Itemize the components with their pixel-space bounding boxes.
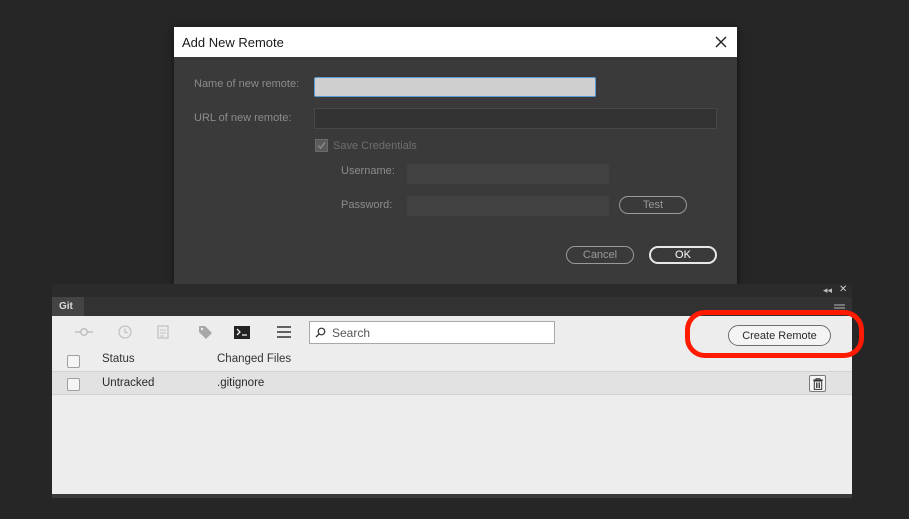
close-icon: [715, 36, 727, 48]
remote-name-label: Name of new remote:: [194, 78, 300, 90]
panel-tab-strip: Git: [52, 297, 852, 317]
search-icon: [315, 327, 326, 338]
panel-bottom-edge: [52, 494, 852, 498]
username-label: Username:: [341, 165, 395, 177]
row-checkbox[interactable]: [67, 378, 80, 391]
history-icon[interactable]: [115, 323, 135, 341]
menu-icon[interactable]: [274, 323, 294, 341]
search-box[interactable]: [309, 321, 555, 344]
save-credentials-row[interactable]: Save Credentials: [315, 139, 417, 152]
tab-git[interactable]: Git: [52, 297, 84, 316]
password-input[interactable]: [407, 196, 609, 216]
dialog-title: Add New Remote: [182, 35, 284, 50]
panel-header-bar: ◂◂ ✕: [52, 284, 852, 297]
ok-button[interactable]: OK: [649, 246, 717, 264]
remote-url-input[interactable]: [314, 108, 717, 129]
column-header-changed-files[interactable]: Changed Files: [217, 353, 291, 365]
stash-icon[interactable]: [153, 323, 173, 341]
table-row[interactable]: Untracked .gitignore: [52, 371, 852, 395]
trash-icon: [812, 377, 823, 390]
select-all-checkbox[interactable]: [67, 355, 80, 368]
column-header-status[interactable]: Status: [102, 353, 135, 365]
tag-icon[interactable]: [195, 323, 215, 341]
remote-url-label: URL of new remote:: [194, 112, 292, 124]
save-credentials-label: Save Credentials: [333, 139, 417, 152]
row-status: Untracked: [102, 377, 155, 389]
dialog-titlebar: Add New Remote: [174, 27, 737, 57]
delete-button[interactable]: [809, 375, 826, 392]
save-credentials-checkbox[interactable]: [315, 139, 328, 152]
username-input[interactable]: [407, 164, 609, 184]
panel-menu-icon[interactable]: [834, 301, 845, 315]
cancel-button[interactable]: Cancel: [566, 246, 634, 264]
terminal-icon[interactable]: [232, 323, 252, 341]
close-button[interactable]: [711, 32, 731, 52]
search-input[interactable]: [330, 324, 534, 341]
add-remote-dialog: Add New Remote Name of new remote: URL o…: [174, 27, 737, 285]
password-label: Password:: [341, 199, 393, 211]
create-remote-button[interactable]: Create Remote: [728, 325, 831, 346]
remote-name-input[interactable]: [314, 77, 596, 97]
panel-close-icon[interactable]: ✕: [839, 284, 847, 295]
row-file: .gitignore: [217, 377, 265, 389]
test-button[interactable]: Test: [619, 196, 687, 214]
collapse-panel-icon[interactable]: ◂◂: [823, 285, 832, 296]
commit-icon[interactable]: [74, 323, 94, 341]
checkmark-icon: [317, 142, 326, 150]
git-panel: Create Remote Status Changed Files Untra…: [52, 316, 852, 494]
